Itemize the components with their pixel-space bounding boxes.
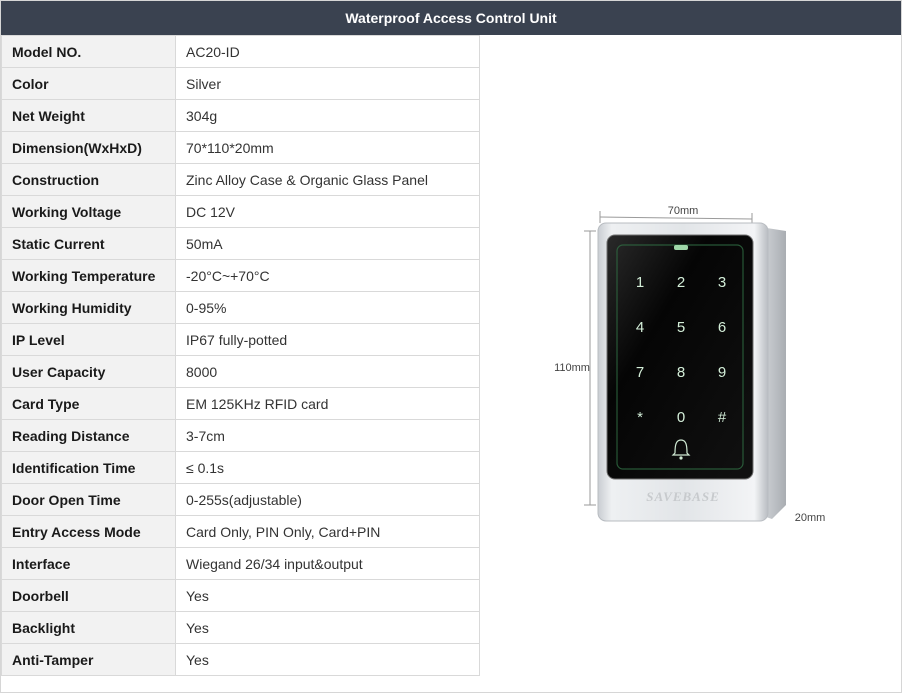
spec-value: 8000 xyxy=(175,355,480,388)
page-title: Waterproof Access Control Unit xyxy=(1,1,901,35)
spec-value: ≤ 0.1s xyxy=(175,451,480,484)
spec-row: Interface Wiegand 26/34 input&output xyxy=(1,547,480,580)
keypad-key[interactable]: 9 xyxy=(718,364,726,381)
height-dimension: 110mm xyxy=(554,230,596,506)
spec-value: Silver xyxy=(175,67,480,100)
spec-row: User Capacity 8000 xyxy=(1,355,480,388)
spec-value: 0-255s(adjustable) xyxy=(175,483,480,516)
keypad-key[interactable]: 2 xyxy=(677,274,685,291)
spec-label: Net Weight xyxy=(1,99,176,132)
spec-row: Door Open Time 0-255s(adjustable) xyxy=(1,483,480,516)
spec-label: Model NO. xyxy=(1,35,176,68)
glass-panel xyxy=(606,234,754,480)
keypad-key[interactable]: 5 xyxy=(677,319,685,336)
spec-row: Doorbell Yes xyxy=(1,579,480,612)
spec-label: Card Type xyxy=(1,387,176,420)
width-dimension: 70mm xyxy=(599,205,753,225)
keypad-key[interactable]: 1 xyxy=(636,274,644,291)
product-image-panel: 70mm 110mm 20mm 1 2 3 4 5 6 7 8 9 * 0 # … xyxy=(480,35,901,692)
keypad-key[interactable]: 7 xyxy=(636,364,644,381)
spec-row: Identification Time ≤ 0.1s xyxy=(1,451,480,484)
spec-sheet: Waterproof Access Control Unit Model NO.… xyxy=(0,0,902,693)
status-led xyxy=(674,245,688,250)
spec-label: Doorbell xyxy=(1,579,176,612)
spec-value: DC 12V xyxy=(175,195,480,228)
brand-logo: SAVEBASE xyxy=(646,489,720,504)
spec-row: Dimension(WxHxD) 70*110*20mm xyxy=(1,131,480,164)
spec-label: Entry Access Mode xyxy=(1,515,176,548)
spec-value: EM 125KHz RFID card xyxy=(175,387,480,420)
spec-row: Card Type EM 125KHz RFID card xyxy=(1,387,480,420)
spec-label: Working Voltage xyxy=(1,195,176,228)
spec-label: Backlight xyxy=(1,611,176,644)
spec-label: Dimension(WxHxD) xyxy=(1,131,176,164)
spec-label: IP Level xyxy=(1,323,176,356)
spec-label: Working Temperature xyxy=(1,259,176,292)
spec-label: Identification Time xyxy=(1,451,176,484)
keypad-key[interactable]: 8 xyxy=(677,364,685,381)
spec-row: Working Temperature -20°C~+70°C xyxy=(1,259,480,292)
spec-label: Static Current xyxy=(1,227,176,260)
spec-label: Construction xyxy=(1,163,176,196)
height-label: 110mm xyxy=(554,362,590,374)
keypad-key[interactable]: * xyxy=(637,409,643,426)
keypad-key[interactable]: 6 xyxy=(718,319,726,336)
width-label: 70mm xyxy=(668,205,699,217)
keypad-key[interactable]: 4 xyxy=(636,319,644,336)
spec-value: IP67 fully-potted xyxy=(175,323,480,356)
spec-value: Yes xyxy=(175,579,480,612)
keypad-key[interactable]: 0 xyxy=(677,409,685,426)
spec-value: 304g xyxy=(175,99,480,132)
spec-value: 0-95% xyxy=(175,291,480,324)
spec-value: Yes xyxy=(175,611,480,644)
spec-label: Door Open Time xyxy=(1,483,176,516)
spec-value: Card Only, PIN Only, Card+PIN xyxy=(175,515,480,548)
spec-row: Net Weight 304g xyxy=(1,99,480,132)
spec-value: 3-7cm xyxy=(175,419,480,452)
spec-value: AC20-ID xyxy=(175,35,480,68)
spec-value: 70*110*20mm xyxy=(175,131,480,164)
spec-value: Zinc Alloy Case & Organic Glass Panel xyxy=(175,163,480,196)
spec-row: Entry Access Mode Card Only, PIN Only, Ca… xyxy=(1,515,480,548)
spec-label: Anti-Tamper xyxy=(1,643,176,676)
product-image: 70mm 110mm 20mm 1 2 34 5 67 8 9* 0 # SAV… xyxy=(554,205,826,524)
spec-row: Working Humidity 0-95% xyxy=(1,291,480,324)
spec-value: Wiegand 26/34 input&output xyxy=(175,547,480,580)
spec-row: Reading Distance 3-7cm xyxy=(1,419,480,452)
spec-label: Working Humidity xyxy=(1,291,176,324)
spec-table: Model NO. AC20-ID Color Silver Net Weight 304… xyxy=(1,35,480,676)
spec-row: Static Current 50mA xyxy=(1,227,480,260)
spec-label: Interface xyxy=(1,547,176,580)
spec-value: 50mA xyxy=(175,227,480,260)
spec-row: Construction Zinc Alloy Case & Organic Gl… xyxy=(1,163,480,196)
keypad-key[interactable]: # xyxy=(718,409,727,426)
spec-row: Color Silver xyxy=(1,67,480,100)
depth-label: 20mm xyxy=(795,512,826,524)
spec-value: -20°C~+70°C xyxy=(175,259,480,292)
spec-label: Reading Distance xyxy=(1,419,176,452)
spec-label: Color xyxy=(1,67,176,100)
spec-row: Model NO. AC20-ID xyxy=(1,35,480,68)
spec-row: Anti-Tamper Yes xyxy=(1,643,480,676)
spec-row: IP Level IP67 fully-potted xyxy=(1,323,480,356)
spec-label: User Capacity xyxy=(1,355,176,388)
spec-value: Yes xyxy=(175,643,480,676)
keypad-key[interactable]: 3 xyxy=(718,274,726,291)
spec-row: Working Voltage DC 12V xyxy=(1,195,480,228)
spec-row: Backlight Yes xyxy=(1,611,480,644)
